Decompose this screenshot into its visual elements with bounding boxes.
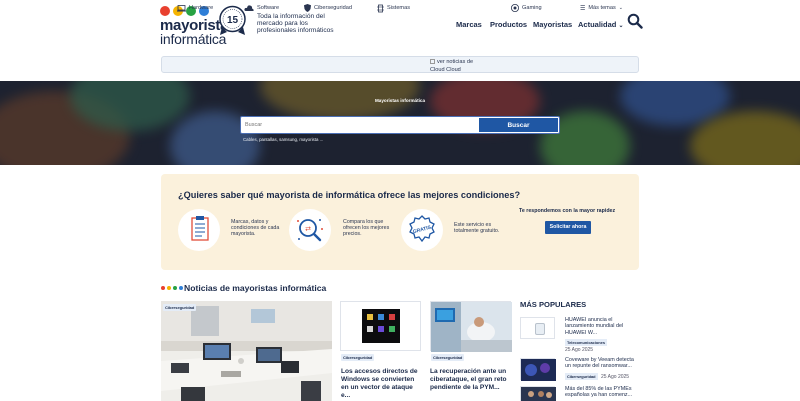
svg-text:⇄: ⇄	[305, 226, 311, 233]
news-tag[interactable]: Ciberseguridad	[163, 304, 197, 311]
cat-gaming[interactable]: Gaming	[511, 3, 542, 13]
laptop-icon	[177, 4, 186, 11]
news-dot	[173, 286, 177, 290]
chevron-down-icon: ⌄	[618, 5, 623, 11]
office-photo	[161, 301, 332, 401]
cta-title: ¿Quieres saber qué mayorista de informát…	[178, 190, 521, 200]
broken-image-icon	[430, 59, 435, 65]
featured-news-card[interactable]: Ciberseguridad	[161, 301, 332, 401]
cloud-icon	[244, 5, 254, 11]
news-dot	[161, 286, 165, 290]
anniversary-badge-icon: 15	[219, 5, 246, 35]
cat-software-label: Software	[257, 5, 280, 11]
feature-circle-1	[178, 209, 220, 251]
page: mayoristas informática 15 Toda la inform…	[0, 0, 800, 401]
watch-product-image	[535, 323, 545, 335]
news-section-title: Noticias de mayoristas informática	[184, 283, 327, 293]
nav-marcas[interactable]: Marcas	[456, 20, 482, 29]
logo-dot-red	[160, 6, 170, 16]
popular-date: 25 Ago 2025	[565, 347, 594, 353]
cat-hardware-label: Hardware	[189, 5, 214, 11]
solicitar-ahora-button[interactable]: Solicitar ahora	[545, 221, 591, 234]
people-photo	[521, 387, 556, 401]
gamepad-icon	[511, 4, 519, 12]
logo-word-informatica: informática	[160, 31, 227, 47]
cat-hardware[interactable]: Hardware	[177, 3, 213, 13]
gratis-badge-icon: GRATIS	[409, 215, 435, 243]
feature-text-1: Marcas, datos y condiciones de cada mayo…	[231, 219, 280, 237]
feature-text-2: Compara los que ofrecen los mejores prec…	[343, 219, 390, 237]
feature-circle-3: GRATIS	[401, 209, 443, 251]
dark-screenshot-image	[362, 309, 400, 343]
chip-icon	[377, 4, 384, 12]
cat-ciberseguridad-label: Ciberseguridad	[314, 5, 352, 11]
stressed-worker-photo	[431, 302, 512, 352]
category-bar	[161, 56, 639, 73]
cta-side-text: Te respondemos con la mayor rapidez	[519, 208, 616, 214]
cat-sistemas-label: Sistemas	[387, 5, 411, 11]
hero-banner: Mayoristas informática Buscar Cables, pa…	[0, 81, 800, 165]
popular-item-image[interactable]	[520, 386, 556, 401]
popular-item-image[interactable]	[520, 358, 556, 381]
badge-number: 15	[227, 15, 239, 26]
search-icon[interactable]	[627, 13, 643, 29]
cat-cloud-label: ver noticias de Cloud Cloud	[430, 59, 474, 73]
chevron-down-icon: ⌄	[618, 23, 624, 29]
nav-mayoristas[interactable]: Mayoristas	[533, 20, 572, 29]
news-headline[interactable]: La recuperación ante un ciberataque, el …	[430, 368, 512, 392]
feature-text-3: Este servicio es totalmente gratuito.	[454, 222, 500, 234]
news-tag[interactable]: Ciberseguridad	[341, 354, 375, 361]
popular-headline[interactable]: HUAWEI anuncia el lanzamiento mundial de…	[565, 317, 637, 336]
hero-search-button[interactable]: Buscar	[479, 118, 558, 132]
nav-productos[interactable]: Productos	[490, 20, 527, 29]
news-dot	[179, 286, 183, 290]
news-card-image[interactable]	[430, 301, 512, 352]
popular-title: MÁS POPULARES	[520, 300, 587, 309]
hero-title: Mayoristas informática	[374, 98, 426, 103]
cat-ciberseguridad[interactable]: Ciberseguridad	[304, 3, 352, 13]
nav-actualidad-label: Actualidad	[578, 20, 617, 29]
hero-search-box: Buscar	[240, 116, 560, 134]
news-card-image[interactable]	[340, 301, 421, 351]
magnifier-compare-icon: ⇄	[297, 219, 323, 242]
feature-circle-2: ⇄	[289, 209, 331, 251]
news-headline[interactable]: Los accesos directos de Windows se convi…	[341, 368, 423, 400]
popular-date: 25 Ago 2025	[601, 374, 630, 380]
hero-search-hint: Cables, pantallas, samsung, mayorista ..…	[243, 137, 324, 142]
cat-gaming-label: Gaming	[522, 5, 542, 11]
cat-cloud[interactable]: ver noticias de Cloud Cloud	[430, 59, 488, 74]
popular-item-image[interactable]	[520, 317, 555, 339]
tagline: Toda la información del mercado para los…	[257, 13, 334, 34]
cta-box: ¿Quieres saber qué mayorista de informát…	[161, 174, 639, 270]
popular-tag[interactable]: Ciberseguridad	[565, 373, 598, 380]
hero-search-input[interactable]	[245, 119, 475, 131]
cat-sistemas[interactable]: Sistemas	[377, 3, 410, 13]
menu-icon: ☰	[580, 5, 586, 12]
popular-headline[interactable]: Más del 85% de las PYMEs españolas ya ha…	[565, 386, 637, 399]
abstract-tech-image	[521, 359, 556, 381]
news-dots	[161, 286, 183, 290]
cat-mas-temas-label: Más temas	[588, 5, 616, 11]
popular-headline[interactable]: Coveware by Veeam detecta un repunte del…	[565, 357, 637, 370]
news-tag[interactable]: Ciberseguridad	[431, 354, 465, 361]
shield-icon	[304, 4, 311, 12]
nav-actualidad[interactable]: Actualidad ⌄	[578, 20, 623, 29]
popular-tag[interactable]: Telecomunicaciones	[565, 339, 607, 346]
news-dot	[167, 286, 171, 290]
cat-software[interactable]: Software	[244, 3, 279, 13]
cat-mas-temas[interactable]: ☰ Más temas ⌄	[580, 3, 623, 13]
clipboard-icon	[191, 216, 209, 241]
